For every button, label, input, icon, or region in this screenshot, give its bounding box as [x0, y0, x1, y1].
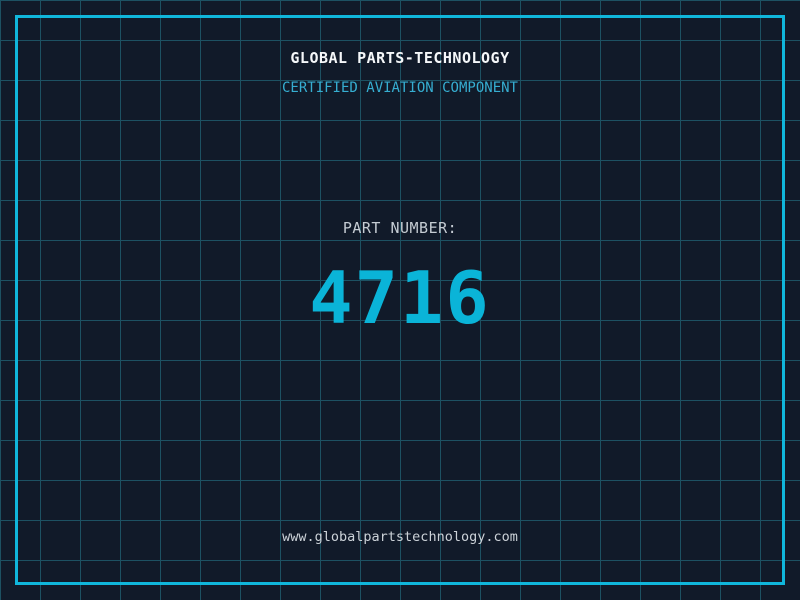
part-number-label: PART NUMBER:: [342, 219, 458, 237]
blueprint-label-page: GLOBAL PARTS-TECHNOLOGY CERTIFIED AVIATI…: [0, 0, 800, 600]
page-title: GLOBAL PARTS-TECHNOLOGY: [290, 49, 510, 67]
part-number-value: 4716: [309, 256, 491, 340]
footer-url: www.globalpartstechnology.com: [282, 529, 518, 545]
page-subtitle: CERTIFIED AVIATION COMPONENT: [281, 80, 518, 96]
